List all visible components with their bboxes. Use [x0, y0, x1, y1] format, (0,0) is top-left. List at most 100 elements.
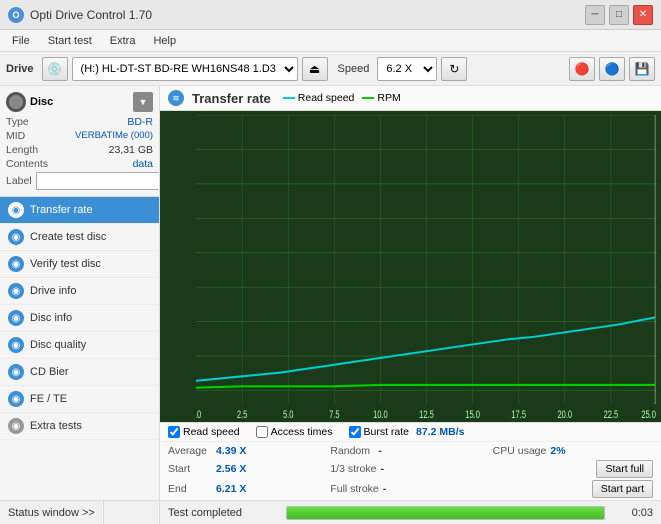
- disc-contents-label: Contents: [6, 158, 48, 170]
- drive-info-icon: ◉: [8, 283, 24, 299]
- info-button[interactable]: 🔵: [599, 57, 625, 81]
- nav-item-disc-quality[interactable]: ◉ Disc quality: [0, 332, 159, 359]
- stat-end-label: End: [168, 483, 212, 495]
- drive-selector[interactable]: (H:) HL-DT-ST BD-RE WH16NS48 1.D3: [72, 57, 298, 81]
- menu-help[interactable]: Help: [145, 33, 184, 49]
- chart-area: 2X 4X 6X 8X 10X 12X 14X 16X 18X 0.0 2.5 …: [160, 111, 661, 422]
- disc-header: Disc ▼: [6, 92, 153, 112]
- legend-read-speed-label: Read speed: [298, 92, 355, 104]
- save-button[interactable]: 💾: [629, 57, 655, 81]
- nav-label-cd-bier: CD Bier: [30, 366, 69, 378]
- nav-label-disc-info: Disc info: [30, 312, 72, 324]
- main-area: Disc ▼ Type BD-R MID VERBATIMe (000) Len…: [0, 86, 661, 524]
- svg-text:20.0: 20.0: [557, 407, 572, 418]
- checkbox-burst-rate-input[interactable]: [349, 426, 361, 438]
- stat-average-row: Average 4.39 X: [168, 444, 328, 458]
- drive-label: Drive: [6, 63, 34, 75]
- disc-length-label: Length: [6, 144, 38, 156]
- svg-text:10.0: 10.0: [373, 407, 388, 418]
- refresh-button[interactable]: ↻: [441, 57, 467, 81]
- minimize-button[interactable]: ─: [585, 5, 605, 25]
- checkbox-access-times-input[interactable]: [256, 426, 268, 438]
- nav-item-fe-te[interactable]: ◉ FE / TE: [0, 386, 159, 413]
- disc-label-row: Label 🏷: [6, 172, 153, 190]
- nav-item-cd-bier[interactable]: ◉ CD Bier: [0, 359, 159, 386]
- burst-rate-value: 87.2 MB/s: [416, 426, 464, 438]
- legend-rpm: RPM: [362, 92, 400, 104]
- disc-label-input[interactable]: [36, 172, 160, 190]
- menu-bar: File Start test Extra Help: [0, 30, 661, 52]
- legend-rpm-label: RPM: [377, 92, 400, 104]
- toolbar: Drive 💿 (H:) HL-DT-ST BD-RE WH16NS48 1.D…: [0, 52, 661, 86]
- svg-text:5.0: 5.0: [283, 407, 293, 418]
- checkbox-read-speed-label: Read speed: [183, 426, 240, 438]
- disc-options-btn[interactable]: ▼: [133, 92, 153, 112]
- stat-stroke-value: -: [380, 463, 384, 475]
- right-panel: ≋ Transfer rate Read speed RPM: [160, 86, 661, 524]
- transfer-rate-icon: ◉: [8, 202, 24, 218]
- time-text: 0:03: [611, 507, 661, 519]
- stat-full-stroke-row: Full stroke -: [330, 480, 490, 498]
- eject-button[interactable]: ⏏: [302, 57, 328, 81]
- chart-svg: 2X 4X 6X 8X 10X 12X 14X 16X 18X 0.0 2.5 …: [196, 115, 657, 418]
- stat-start-row: Start 2.56 X: [168, 460, 328, 478]
- stat-end-value: 6.21 X: [216, 483, 246, 495]
- speed-selector[interactable]: 6.2 X: [377, 57, 437, 81]
- svg-text:25.0 GB: 25.0 GB: [641, 407, 657, 418]
- legend-green-dot: [362, 97, 374, 99]
- svg-text:22.5: 22.5: [604, 407, 619, 418]
- disc-label-label: Label: [6, 175, 32, 187]
- stat-cpu-label: CPU usage: [493, 445, 547, 457]
- maximize-button[interactable]: □: [609, 5, 629, 25]
- nav-item-transfer-rate[interactable]: ◉ Transfer rate: [0, 197, 159, 224]
- chart-icon: ≋: [168, 90, 184, 106]
- menu-start-test[interactable]: Start test: [40, 33, 100, 49]
- start-part-button[interactable]: Start part: [592, 480, 653, 498]
- menu-extra[interactable]: Extra: [102, 33, 144, 49]
- window-controls: ─ □ ✕: [585, 5, 653, 25]
- left-panel: Disc ▼ Type BD-R MID VERBATIMe (000) Len…: [0, 86, 160, 524]
- extra-tests-icon: ◉: [8, 418, 24, 434]
- close-button[interactable]: ✕: [633, 5, 653, 25]
- nav-item-create-test-disc[interactable]: ◉ Create test disc: [0, 224, 159, 251]
- status-text: Test completed: [160, 507, 280, 519]
- start-full-button[interactable]: Start full: [596, 460, 653, 478]
- create-test-disc-icon: ◉: [8, 229, 24, 245]
- checkbox-access-times: Access times: [256, 426, 333, 438]
- nav-label-disc-quality: Disc quality: [30, 339, 86, 351]
- nav-item-verify-test-disc[interactable]: ◉ Verify test disc: [0, 251, 159, 278]
- nav-item-disc-info[interactable]: ◉ Disc info: [0, 305, 159, 332]
- stat-cpu-value: 2%: [550, 445, 565, 457]
- stat-full-stroke-value: -: [383, 483, 387, 495]
- stat-start-label: Start: [168, 463, 212, 475]
- title-bar-left: O Opti Drive Control 1.70: [8, 7, 152, 23]
- progress-bar: [286, 506, 605, 520]
- status-window-btn[interactable]: Status window >>: [0, 501, 104, 524]
- menu-file[interactable]: File: [4, 33, 38, 49]
- verify-test-disc-icon: ◉: [8, 256, 24, 272]
- chart-legend: Read speed RPM: [283, 92, 401, 104]
- status-bar: Status window >>: [0, 500, 159, 524]
- legend-read-speed: Read speed: [283, 92, 355, 104]
- stat-average-label: Average: [168, 445, 212, 457]
- nav-item-drive-info[interactable]: ◉ Drive info: [0, 278, 159, 305]
- stat-cpu-row: CPU usage 2%: [493, 444, 653, 458]
- nav-item-extra-tests[interactable]: ◉ Extra tests: [0, 413, 159, 440]
- nav-label-fe-te: FE / TE: [30, 393, 67, 405]
- disc-label: Disc: [30, 96, 53, 108]
- settings-button[interactable]: 🔴: [569, 57, 595, 81]
- checkbox-read-speed-input[interactable]: [168, 426, 180, 438]
- nav-label-drive-info: Drive info: [30, 285, 76, 297]
- stat-random-label: Random: [330, 445, 374, 457]
- stat-end-row: End 6.21 X: [168, 480, 328, 498]
- app-title: Opti Drive Control 1.70: [30, 8, 152, 22]
- svg-text:7.5: 7.5: [329, 407, 339, 418]
- svg-text:2.5: 2.5: [237, 407, 247, 418]
- drive-icon-btn[interactable]: 💿: [42, 57, 68, 81]
- chart-header: ≋ Transfer rate Read speed RPM: [160, 86, 661, 111]
- legend-cyan-dot: [283, 97, 295, 99]
- checkbox-burst-rate: Burst rate 87.2 MB/s: [349, 426, 465, 438]
- disc-type-row: Type BD-R: [6, 116, 153, 128]
- disc-type-label: Type: [6, 116, 29, 128]
- nav-items: ◉ Transfer rate ◉ Create test disc ◉ Ver…: [0, 197, 159, 500]
